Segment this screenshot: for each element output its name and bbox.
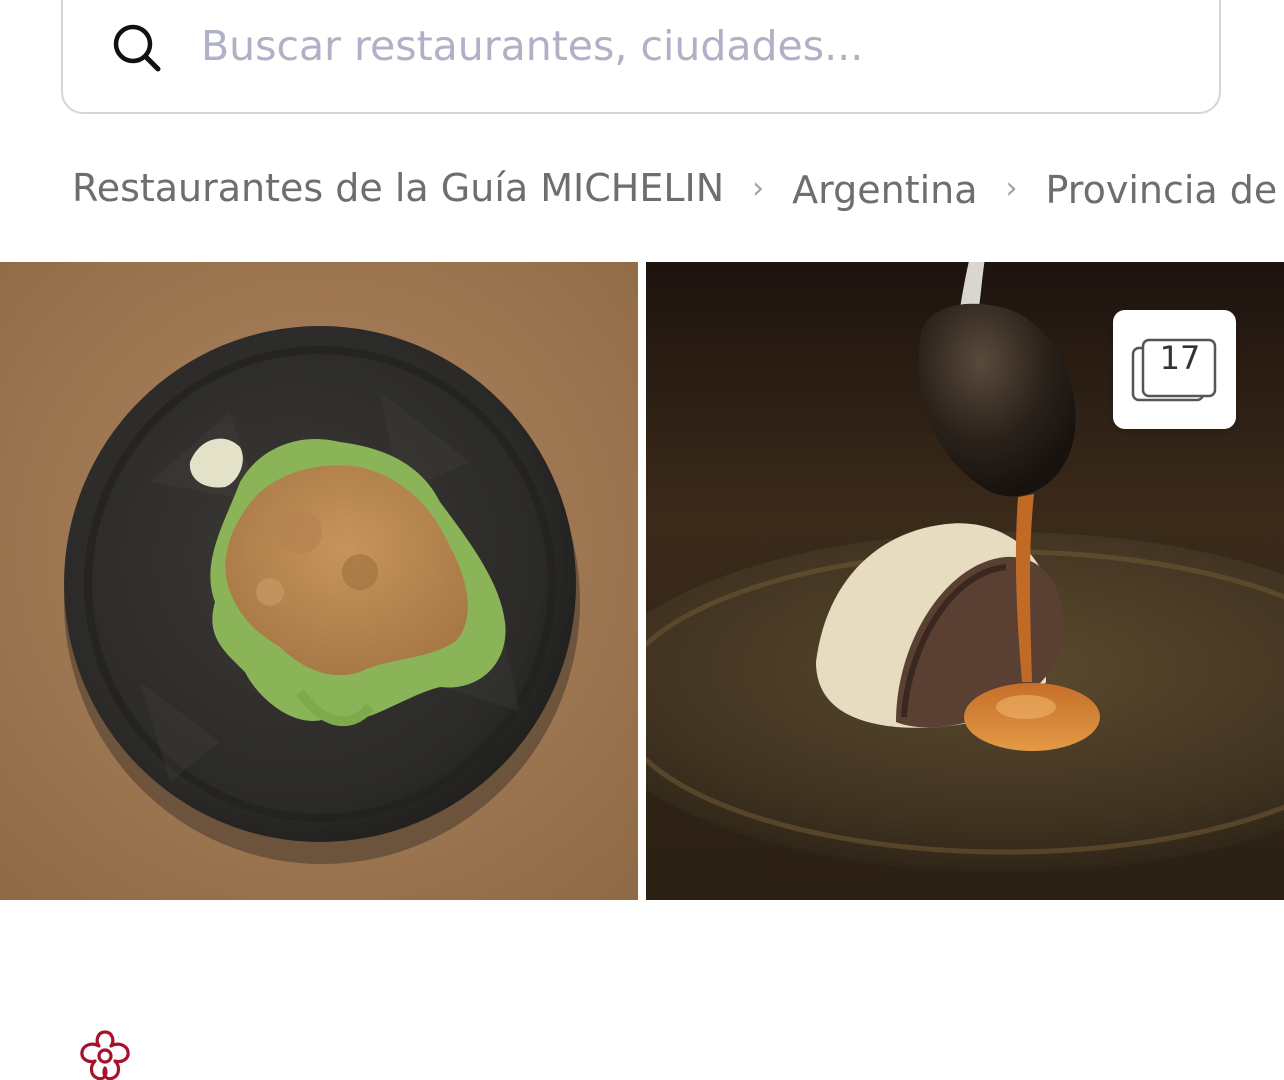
breadcrumb-item-provincia[interactable]: Provincia de bbox=[1046, 168, 1278, 212]
restaurant-photo-1[interactable] bbox=[0, 262, 638, 900]
breadcrumb-item-argentina[interactable]: Argentina bbox=[792, 168, 977, 212]
breadcrumb: Restaurantes de la Guía MICHELIN › Argen… bbox=[72, 160, 1277, 216]
search-input[interactable] bbox=[201, 16, 1181, 76]
search-bar[interactable] bbox=[61, 0, 1221, 114]
photo-gallery-button[interactable]: 17 bbox=[1113, 310, 1236, 429]
food-photo-salad bbox=[0, 262, 638, 900]
chevron-right-icon: › bbox=[752, 170, 765, 206]
photo-count: 17 bbox=[1159, 339, 1201, 377]
search-icon bbox=[113, 24, 161, 72]
breadcrumb-item-michelin-guide[interactable]: Restaurantes de la Guía MICHELIN bbox=[72, 166, 724, 210]
chevron-right-icon: › bbox=[1005, 170, 1018, 206]
michelin-star-icon bbox=[80, 1030, 130, 1080]
